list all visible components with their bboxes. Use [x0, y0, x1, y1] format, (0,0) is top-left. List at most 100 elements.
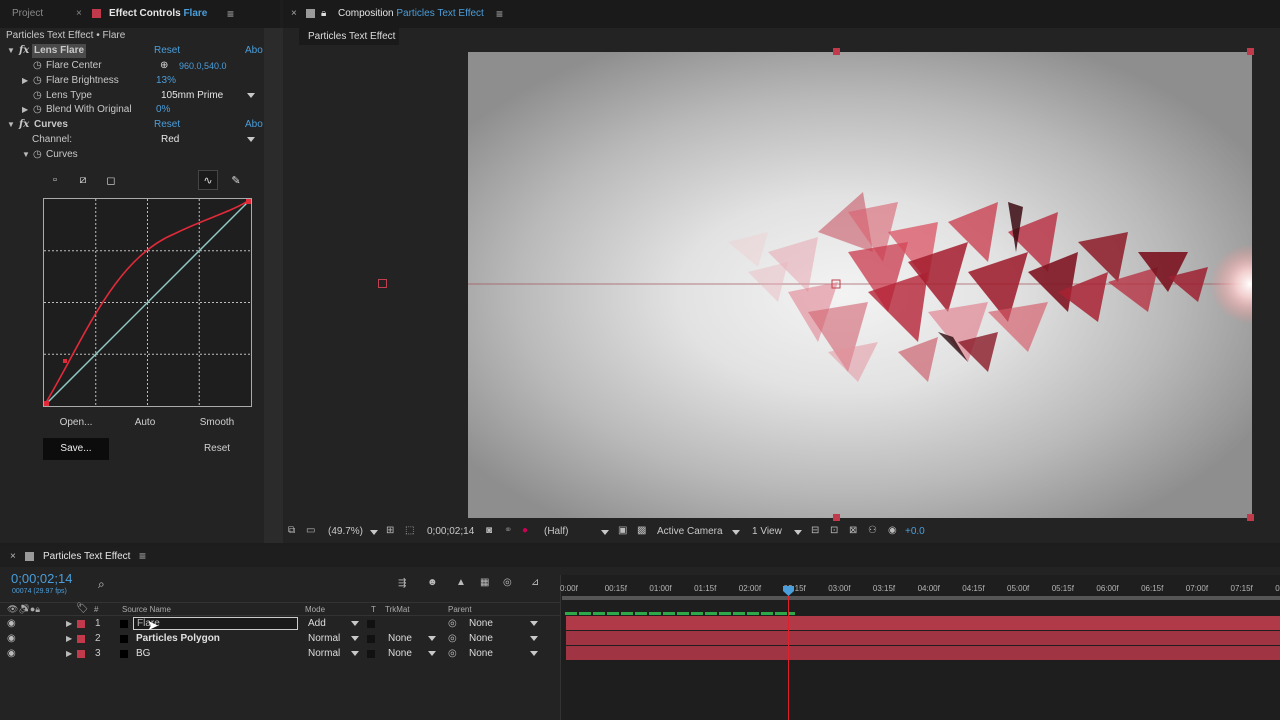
graph-editor-icon[interactable]: ◎ [503, 577, 512, 588]
parent-dropdown[interactable]: None [469, 631, 493, 646]
chevron-down-icon[interactable] [351, 636, 359, 641]
lens-flare-effect-row[interactable]: ▼ fx Lens Flare Reset Abo [0, 44, 264, 58]
curves-save-button[interactable]: Save... [43, 438, 109, 460]
layer-handle[interactable] [833, 48, 840, 55]
layer-handle[interactable] [378, 279, 387, 288]
curves-about[interactable]: Abo [245, 118, 263, 132]
chevron-down-icon[interactable] [530, 636, 538, 641]
lens-flare-reset[interactable]: Reset [154, 44, 180, 58]
preserve-transparency-toggle[interactable] [367, 650, 375, 658]
motion-blur-icon[interactable]: ▦ [480, 577, 489, 588]
playhead-line[interactable] [788, 586, 789, 720]
fx-icon[interactable]: fx [19, 118, 29, 132]
layer-label-color[interactable] [77, 650, 85, 658]
color-channel-icon[interactable]: ● [522, 525, 528, 536]
chevron-down-icon[interactable] [601, 530, 609, 535]
chevron-down-icon[interactable] [370, 530, 378, 535]
graph-icon[interactable]: ⊿ [531, 577, 539, 588]
tab-composition[interactable]: Composition Particles Text Effect [338, 0, 484, 28]
composition-subtab[interactable]: Particles Text Effect [299, 28, 399, 45]
layer-handle[interactable] [1247, 48, 1254, 55]
curves-reset[interactable]: Reset [154, 118, 180, 132]
flowchart-icon[interactable]: ⚇ [868, 525, 877, 536]
layer-name[interactable]: BG [136, 646, 150, 661]
zoom-dropdown[interactable]: (49.7%) [328, 526, 363, 537]
lock-icon[interactable]: 🔒︎ [321, 0, 326, 28]
trkmat-dropdown[interactable]: None [388, 646, 412, 661]
curves-smooth-button[interactable]: Smooth [185, 412, 249, 434]
snapshot-icon[interactable]: ◙ [486, 525, 492, 536]
exposure-value[interactable]: +0.0 [905, 526, 925, 537]
layer-handle[interactable] [1247, 514, 1254, 521]
chevron-down-icon[interactable] [247, 137, 255, 142]
expand-triangle-icon[interactable]: ▼ [7, 44, 15, 58]
layer-mode-dropdown[interactable]: Normal [308, 631, 340, 646]
stopwatch-icon[interactable]: ◷ [33, 103, 42, 117]
chevron-down-icon[interactable] [351, 651, 359, 656]
expand-triangle-icon[interactable]: ▼ [22, 148, 30, 162]
close-icon[interactable]: × [10, 551, 16, 562]
stopwatch-icon[interactable]: ◷ [33, 89, 42, 103]
layer-mode-dropdown[interactable]: Add [308, 616, 326, 631]
stopwatch-icon[interactable]: ◷ [33, 74, 42, 88]
lens-flare-about[interactable]: Abo [245, 44, 263, 58]
layer-row[interactable]: ◉ ▶ 3 BG Normal None ◎ None [0, 646, 560, 661]
composition-viewer[interactable] [468, 52, 1252, 518]
medium-graph-icon[interactable]: ⧄ [73, 170, 93, 190]
chevron-down-icon[interactable] [530, 651, 538, 656]
crosshair-icon[interactable]: ⊕ [160, 59, 168, 73]
curves-effect-row[interactable]: ▼ fx Curves Reset Abo [0, 118, 264, 132]
layer-row[interactable]: ◉ ▶ 2 Particles Polygon Normal None ◎ No… [0, 631, 560, 646]
preserve-transparency-toggle[interactable] [367, 620, 375, 628]
layer-mode-dropdown[interactable]: Normal [308, 646, 340, 661]
panel-divider[interactable] [264, 28, 283, 543]
blend-with-original-value[interactable]: 0% [156, 103, 170, 117]
eye-icon[interactable]: ◉ [7, 616, 16, 631]
pickwhip-icon[interactable]: ◎ [448, 631, 457, 646]
title-safe-icon[interactable]: ⊞ [386, 525, 394, 536]
fast-previews-icon[interactable]: ⊡ [830, 525, 838, 536]
curves-graph[interactable] [43, 198, 252, 407]
always-preview-icon[interactable]: ⧉ [288, 525, 295, 536]
lens-type-dropdown[interactable]: 105mm Prime [161, 89, 223, 103]
curve-point[interactable] [246, 199, 251, 204]
frame-blending-icon[interactable]: ▲ [456, 577, 466, 588]
pickwhip-icon[interactable]: ◎ [448, 646, 457, 661]
tab-project[interactable]: Project [12, 0, 43, 28]
pencil-tool-icon[interactable]: ✎ [226, 170, 246, 190]
channel-dropdown[interactable]: Red [161, 133, 179, 147]
layer-label-color[interactable] [77, 635, 85, 643]
flare-center-value[interactable]: 960.0,540.0 [179, 59, 227, 73]
parent-dropdown[interactable]: None [469, 616, 493, 631]
show-snapshot-icon[interactable]: ⚭ [504, 525, 512, 536]
expand-triangle-icon[interactable]: ▶ [22, 103, 28, 117]
transparency-grid-icon[interactable]: ▩ [637, 525, 646, 536]
layer-bar-bg[interactable] [566, 646, 1280, 660]
toggle-pixel-aspect-icon[interactable]: ⊟ [811, 525, 819, 536]
comp-mini-flowchart-icon[interactable]: ⇶ [398, 578, 406, 589]
curves-auto-button[interactable]: Auto [115, 412, 175, 434]
layer-handle[interactable] [833, 514, 840, 521]
viewer-timecode[interactable]: 0;00;02;14 [427, 526, 474, 537]
mask-visibility-icon[interactable]: ⬚ [405, 525, 414, 536]
pickwhip-icon[interactable]: ◎ [448, 616, 457, 631]
camera-dropdown[interactable]: Active Camera [657, 526, 723, 537]
stopwatch-icon[interactable]: ◷ [33, 148, 42, 162]
large-graph-icon[interactable]: ◻ [101, 170, 121, 190]
curve-point[interactable] [63, 359, 67, 363]
chevron-down-icon[interactable] [732, 530, 740, 535]
parent-dropdown[interactable]: None [469, 646, 493, 661]
panel-menu-icon[interactable]: ≡ [227, 0, 234, 28]
trkmat-dropdown[interactable]: None [388, 631, 412, 646]
curves-reset-button[interactable]: Reset [185, 438, 249, 460]
expand-triangle-icon[interactable]: ▶ [66, 631, 72, 646]
tab-effect-controls[interactable]: Effect Controls Flare [109, 0, 207, 28]
stopwatch-icon[interactable]: ◷ [33, 59, 42, 73]
panel-menu-icon[interactable]: ≡ [139, 549, 146, 563]
region-of-interest-icon[interactable]: ▣ [618, 525, 627, 536]
tab-timeline[interactable]: Particles Text Effect [43, 551, 130, 562]
curves-open-button[interactable]: Open... [43, 412, 109, 434]
view-layout-dropdown[interactable]: 1 View [752, 526, 782, 537]
fx-icon[interactable]: fx [19, 44, 29, 58]
current-time-display[interactable]: 0;00;02;14 [11, 571, 72, 586]
